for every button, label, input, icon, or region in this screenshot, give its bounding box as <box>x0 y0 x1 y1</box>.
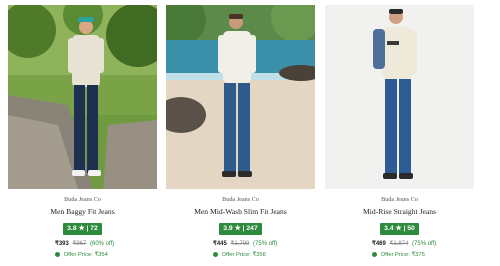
rating-value: 3.4 <box>384 225 394 232</box>
rating-value: 3.9 <box>223 225 233 232</box>
price-row: ₹393 ₹967 (60% off) <box>8 240 157 248</box>
product-image[interactable] <box>166 5 315 189</box>
discount-label: (60% off) <box>90 241 115 247</box>
selling-price: ₹469 <box>372 241 386 247</box>
offer-tag-icon <box>213 251 218 257</box>
price-row: ₹445 ₹1,799 (75% off) <box>166 240 315 248</box>
mrp-price: ₹1,799 <box>230 241 250 247</box>
star-icon: ★ <box>78 225 85 232</box>
product-title[interactable]: Men Mid-Wash Slim Fit Jeans <box>166 207 315 217</box>
product-title[interactable]: Men Baggy Fit Jeans <box>8 207 157 217</box>
product-brand: Buda Jeans Co <box>222 196 259 203</box>
selling-price: ₹393 <box>55 241 69 247</box>
price-row: ₹469 ₹1,874 (75% off) <box>325 240 474 248</box>
product-brand: Buda Jeans Co <box>381 196 418 203</box>
product-image[interactable] <box>325 5 474 189</box>
product-title[interactable]: Mid-Rise Straight Jeans <box>325 207 474 217</box>
mrp-price: ₹967 <box>72 241 87 247</box>
rating-badge: 3.4 ★ | 50 <box>380 223 419 235</box>
beach-scene-icon <box>166 5 315 189</box>
rating-separator: | <box>242 225 245 232</box>
rating-separator: | <box>86 225 89 232</box>
offer-tag-icon <box>372 251 377 257</box>
product-card[interactable]: Buda Jeans Co Men Baggy Fit Jeans 3.8 ★ … <box>8 5 157 259</box>
product-card[interactable]: Buda Jeans Co Men Mid-Wash Slim Fit Jean… <box>166 5 315 259</box>
review-count: 50 <box>407 225 415 232</box>
review-count: 72 <box>90 225 98 232</box>
offer-price-row: Offer Price: ₹354 <box>8 251 157 259</box>
rating-badge: 3.9 ★ | 247 <box>219 223 262 235</box>
mrp-price: ₹1,874 <box>389 241 409 247</box>
park-scene-icon <box>8 5 157 189</box>
offer-price: Offer Price: ₹375 <box>380 252 425 258</box>
product-image[interactable] <box>8 5 157 189</box>
rating-separator: | <box>403 225 406 232</box>
offer-price: Offer Price: ₹356 <box>221 252 266 258</box>
offer-price-row: Offer Price: ₹375 <box>325 251 474 259</box>
rating-value: 3.8 <box>67 225 77 232</box>
review-count: 247 <box>246 225 258 232</box>
selling-price: ₹445 <box>213 241 227 247</box>
discount-label: (75% off) <box>412 241 437 247</box>
product-card[interactable]: Buda Jeans Co Mid-Rise Straight Jeans 3.… <box>325 5 474 259</box>
discount-label: (75% off) <box>253 241 278 247</box>
product-brand: Buda Jeans Co <box>64 196 101 203</box>
offer-price: Offer Price: ₹354 <box>63 252 108 258</box>
studio-scene-icon <box>325 5 474 189</box>
star-icon: ★ <box>234 225 241 232</box>
star-icon: ★ <box>395 225 402 232</box>
offer-tag-icon <box>55 251 60 257</box>
offer-price-row: Offer Price: ₹356 <box>166 251 315 259</box>
rating-badge: 3.8 ★ | 72 <box>63 223 102 235</box>
